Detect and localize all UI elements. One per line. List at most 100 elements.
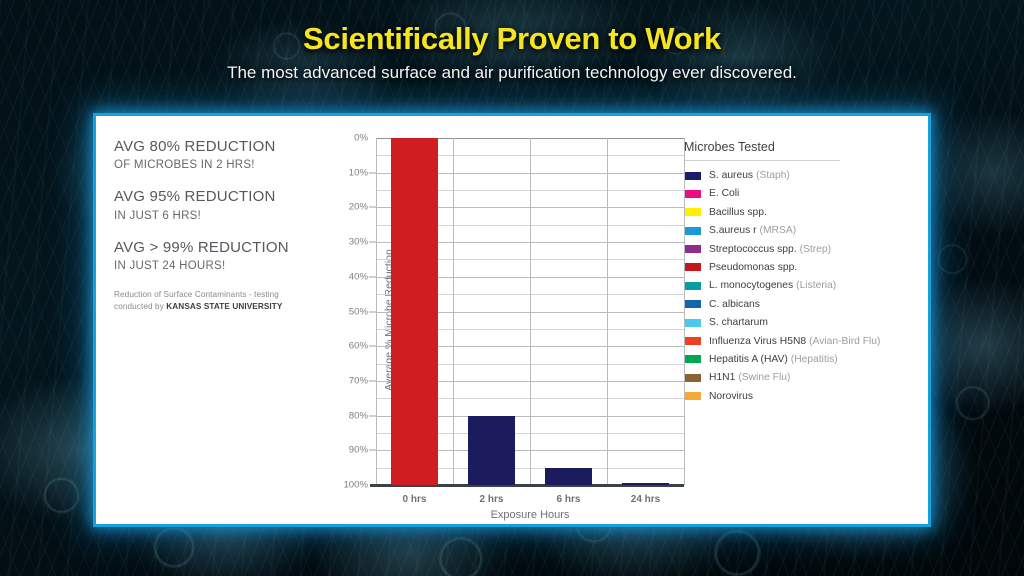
legend-color-swatch [684,300,701,309]
attribution-note: Reduction of Surface Contaminants - test… [114,289,286,313]
legend-color-swatch [684,392,701,401]
y-axis-tick-label: 100% [343,479,368,491]
legend-item-label: S.aureus r [709,225,757,237]
chart-bar [622,483,669,485]
chart-bar [468,415,515,485]
legend-color-swatch [684,373,701,382]
legend-color-swatch [684,171,701,180]
stat-subline: IN JUST 24 HOURS! [114,259,226,272]
bar-slot: 6 hrs [530,138,607,505]
legend-item-label: S. aureus [709,170,754,181]
legend-item-label: Hepatitis A (HAV) [709,353,788,365]
legend-item-label: Norovirus [709,390,754,402]
legend-item: Norovirus [684,391,918,402]
legend-item-list: S. aureus (Staph) E. Coli Bacillus spp. S.au… [684,170,918,402]
legend-item-alias: (Hepatitis) [790,353,838,365]
legend-color-swatch [684,189,701,198]
legend-item-label: H1N1 [709,372,736,384]
legend-title: Microbes Tested [684,140,840,161]
stat-subline: OF MICROBES IN 2 HRS! [114,159,255,172]
y-axis-tick-label: 40% [348,271,368,283]
x-axis-tick-label: 0 hrs [402,494,427,505]
legend-color-swatch [684,355,701,364]
y-axis-tick-label: 0% [354,132,368,144]
legend-item-alias: (Avian-Bird Flu) [809,335,881,347]
legend-color-swatch [684,208,701,217]
legend: Microbes Tested S. aureus (Staph) E. Coli B… [676,116,928,524]
bar-slot: 24 hrs [607,138,684,505]
legend-item-label: E. Coli [709,188,740,200]
stat-headline: AVG > 99% REDUCTION [114,238,289,256]
content-card: AVG 80% REDUCTION OF MICROBES IN 2 HRS! … [96,116,928,524]
legend-item: Influenza Virus H5N8 (Avian-Bird Flu) [684,336,918,347]
y-axis-tick-label: 10% [348,167,368,179]
legend-item: S. aureus (Staph) [684,170,918,181]
legend-item: S.aureus r (MRSA) [684,225,918,236]
x-axis-tick-label: 2 hrs [479,494,504,505]
page-subtitle: The most advanced surface and air purifi… [227,63,797,83]
legend-item-label: Influenza Virus H5N8 [709,335,807,347]
legend-item-alias: (Listeria) [796,280,837,292]
y-axis-tick-mark [369,345,376,347]
y-axis-tick-label: 30% [348,236,368,248]
y-axis-tick-mark [369,415,376,417]
legend-color-swatch [684,337,701,346]
stat-block: AVG 95% REDUCTION IN JUST 6 HRS! [114,188,298,221]
y-axis-tick-mark [369,276,376,278]
y-axis-tick-mark [369,206,376,208]
legend-item: S. chartarum [684,317,918,328]
y-axis-tick-label: 20% [348,201,368,213]
stat-subline: IN JUST 6 HRS! [114,209,201,222]
y-axis-tick-mark [369,380,376,382]
y-axis-tick-label: 90% [348,444,368,456]
legend-item: Hepatitis A (HAV) (Hepatitis) [684,354,918,365]
legend-item: E. Coli [684,188,918,199]
legend-color-swatch [684,281,701,290]
legend-color-swatch [684,245,701,254]
bar-slot: 2 hrs [453,138,530,505]
y-axis-tick-label: 80% [348,410,368,422]
y-axis-tick-label: 70% [348,375,368,387]
legend-item-label: Streptococcus spp. [709,243,797,255]
slide-root: Scientifically Proven to Work The most a… [0,0,1024,576]
y-axis-tick-mark [369,311,376,312]
page-title: Scientifically Proven to Work [303,21,721,56]
chart-bars: 0 hrs 2 hrs 6 hrs 24 hrs [376,138,684,505]
legend-item-label: Pseudomonas spp. [709,261,798,273]
legend-item-alias: (Staph) [756,170,790,181]
legend-item-label: L. monocytogenes [709,280,794,292]
legend-color-swatch [684,318,701,327]
chart: Average % Microbe Reduction 0% 10% 20% 30% 4… [310,116,685,524]
legend-item: L. monocytogenes (Listeria) [684,280,918,291]
legend-item-label: C. albicans [709,298,760,310]
legend-item-alias: (MRSA) [759,225,797,237]
gridline-vertical [684,138,685,485]
legend-color-swatch [684,263,701,272]
attribution-institution: KANSAS STATE UNIVERSITY [166,301,283,311]
chart-bar [545,467,592,485]
legend-item-label: Bacillus spp. [709,206,767,218]
legend-item-alias: (Swine Flu) [738,372,791,384]
legend-color-swatch [684,226,701,235]
chart-plot-area: 0% 10% 20% 30% 40% 50% 60% 70% 80% 90% 100% 0 hrs 2… [343,133,685,505]
y-axis-tick-mark [369,241,376,243]
stat-headline: AVG 80% REDUCTION [114,138,276,155]
y-axis-tick-mark [369,172,376,174]
legend-item: C. albicans [684,299,918,310]
chart-x-axis-label: Exposure Hours [490,509,570,521]
legend-item: H1N1 (Swine Flu) [684,372,918,383]
x-axis-tick-label: 24 hrs [630,494,661,505]
chart-bar [391,138,438,485]
stat-headline: AVG 95% REDUCTION [114,188,276,206]
y-axis-tick-label: 50% [348,306,368,317]
legend-item: Pseudomonas spp. [684,262,918,273]
stats-panel: AVG 80% REDUCTION OF MICROBES IN 2 HRS! … [96,116,310,524]
legend-item-alias: (Strep) [799,243,832,255]
y-axis-tick-label: 60% [348,340,368,352]
header: Scientifically Proven to Work The most a… [0,21,1024,83]
legend-item: Streptococcus spp. (Strep) [684,244,918,255]
legend-item-label: S. chartarum [709,317,768,329]
x-axis-tick-label: 6 hrs [556,494,581,505]
y-axis-tick-mark [369,449,376,451]
bar-slot: 0 hrs [376,138,453,505]
